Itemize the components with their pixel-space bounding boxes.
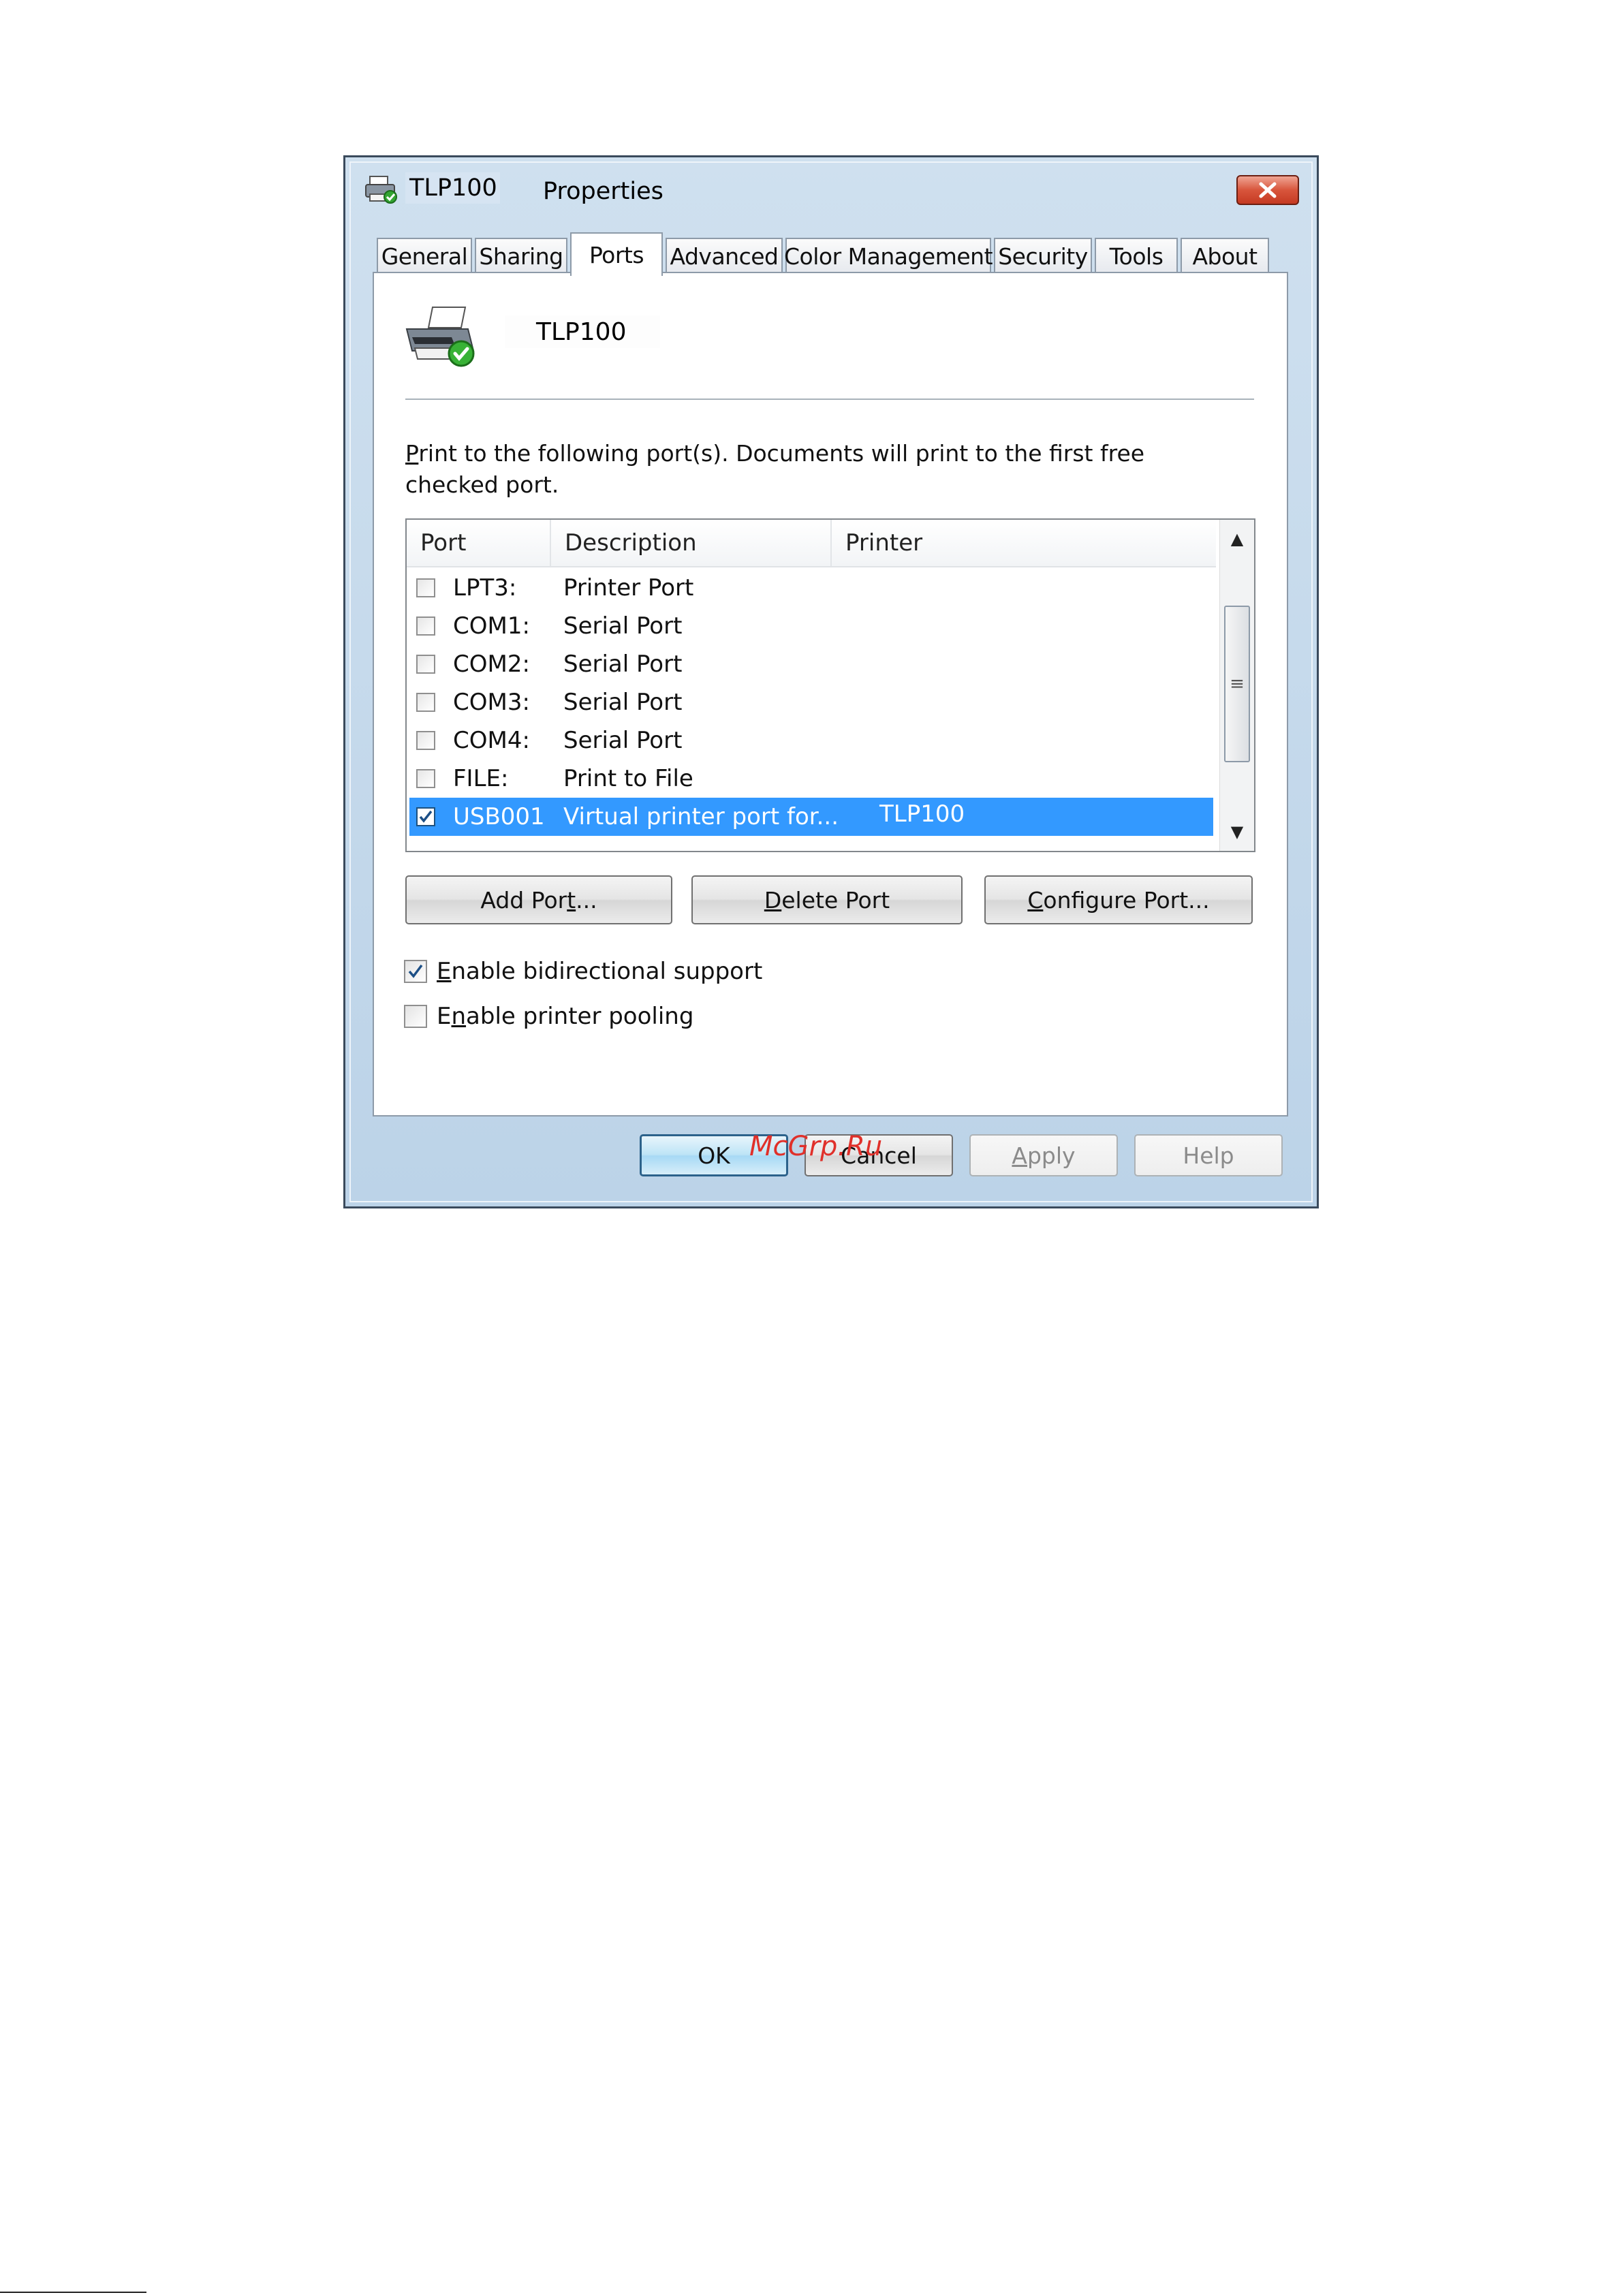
bidirectional-accesskey: E: [437, 958, 452, 985]
port-description: Serial Port: [563, 651, 683, 678]
port-description: Virtual printer port for...: [563, 803, 839, 830]
pooling-accesskey: n: [451, 1003, 467, 1030]
ports-tab-panel: TLP100 Print to the following port(s). D…: [373, 272, 1288, 1117]
scroll-up-arrow-icon[interactable]: ▲: [1220, 520, 1254, 558]
printer-large-icon: [405, 307, 475, 367]
tab-tools[interactable]: Tools: [1095, 238, 1178, 273]
tab-security[interactable]: Security: [994, 238, 1092, 273]
port-row-lpt3[interactable]: LPT3: Printer Port: [409, 569, 1213, 607]
column-header-printer[interactable]: Printer: [830, 520, 1216, 566]
port-checkbox[interactable]: [416, 616, 435, 636]
pooling-checkbox-box[interactable]: [404, 1005, 427, 1028]
bidirectional-checkbox-box[interactable]: [404, 960, 427, 983]
port-row-file[interactable]: FILE: Print to File: [409, 760, 1213, 798]
apply-accesskey: A: [1012, 1142, 1027, 1169]
port-description: Print to File: [563, 765, 693, 792]
port-checkbox-checked[interactable]: [416, 807, 435, 826]
column-header-description[interactable]: Description: [550, 520, 830, 566]
configure-port-accesskey: C: [1027, 886, 1044, 914]
apply-label: pply: [1027, 1142, 1076, 1169]
port-checkbox[interactable]: [416, 769, 435, 788]
port-row-usb001[interactable]: USB001 Virtual printer port for... TLP10…: [409, 798, 1213, 836]
configure-port-button[interactable]: Configure Port...: [984, 875, 1253, 924]
scroll-thumb[interactable]: ≡: [1224, 606, 1250, 762]
pooling-label-b: able printer pooling: [466, 1003, 694, 1030]
separator: [405, 399, 1254, 400]
port-name: COM2:: [453, 651, 530, 678]
port-name: USB001: [453, 803, 545, 830]
tab-advanced[interactable]: Advanced: [666, 238, 783, 273]
scroll-down-arrow-icon[interactable]: ▼: [1220, 813, 1254, 851]
title-bar[interactable]: TLP100 Properties: [345, 157, 1317, 212]
enable-printer-pooling-checkbox[interactable]: En able printer pooling: [404, 1001, 693, 1032]
add-port-label-b: ...: [576, 886, 597, 914]
port-row-com2[interactable]: COM2: Serial Port: [409, 645, 1213, 683]
tab-color-management[interactable]: Color Management: [784, 238, 993, 273]
port-printer: TLP100: [879, 800, 965, 828]
vertical-scrollbar[interactable]: ▲ ≡ ▼: [1219, 520, 1254, 851]
printer-icon: [365, 176, 397, 204]
configure-port-label: onfigure Port...: [1043, 886, 1210, 914]
port-name: FILE:: [453, 765, 509, 792]
port-checkbox[interactable]: [416, 655, 435, 674]
bidirectional-label: nable bidirectional support: [451, 958, 763, 985]
add-port-label-a: Add Por: [480, 886, 567, 914]
close-button[interactable]: [1236, 175, 1299, 205]
printer-name-text: TLP100: [536, 317, 627, 346]
printer-name-label: TLP100: [505, 315, 661, 348]
pooling-label-a: E: [437, 1003, 452, 1030]
printer-properties-dialog: TLP100 Properties General Sharing Ports …: [343, 155, 1319, 1208]
delete-port-button[interactable]: Delete Port: [691, 875, 963, 924]
tab-sharing[interactable]: Sharing: [475, 238, 567, 273]
title-suffix: Properties: [543, 178, 663, 205]
port-checkbox[interactable]: [416, 578, 435, 597]
add-port-accesskey: t: [567, 886, 576, 914]
tab-ports[interactable]: Ports: [570, 232, 663, 276]
port-description: Serial Port: [563, 689, 683, 716]
watermark: McGrp.Ru: [749, 1131, 883, 1162]
help-button: Help: [1134, 1134, 1283, 1176]
port-checkbox[interactable]: [416, 731, 435, 750]
port-name: COM3:: [453, 689, 530, 716]
port-row-com1[interactable]: COM1: Serial Port: [409, 607, 1213, 645]
port-name: LPT3:: [453, 574, 517, 602]
port-checkbox[interactable]: [416, 693, 435, 712]
enable-bidirectional-checkbox[interactable]: Enable bidirectional support: [404, 956, 762, 987]
port-name: COM1:: [453, 612, 530, 640]
checkmark-icon: [408, 964, 423, 978]
port-description: Serial Port: [563, 727, 683, 754]
listview-header: Port Description Printer: [407, 520, 1216, 567]
footer-rule: [0, 2292, 146, 2293]
tab-general[interactable]: General: [377, 238, 472, 273]
port-row-com4[interactable]: COM4: Serial Port: [409, 721, 1213, 760]
title-printer-name: TLP100: [405, 172, 500, 204]
apply-button: Apply: [969, 1134, 1118, 1176]
instructions-accesskey: P: [405, 440, 419, 467]
instructions-text: Print to the following port(s). Document…: [405, 438, 1155, 501]
port-row-com3[interactable]: COM3: Serial Port: [409, 683, 1213, 721]
delete-port-accesskey: D: [764, 886, 782, 914]
port-description: Serial Port: [563, 612, 683, 640]
port-name: COM4:: [453, 727, 530, 754]
port-description: Printer Port: [563, 574, 694, 602]
checkmark-icon: [419, 810, 433, 823]
ports-listview[interactable]: Port Description Printer LPT3: Printer P…: [405, 518, 1255, 852]
column-header-port[interactable]: Port: [407, 520, 550, 566]
title-printer-name-text: TLP100: [409, 174, 497, 202]
add-port-button[interactable]: Add Por t...: [405, 875, 672, 924]
close-icon: [1259, 182, 1277, 198]
tab-about[interactable]: About: [1181, 238, 1269, 273]
delete-port-label: elete Port: [781, 886, 890, 914]
instructions-rest: rint to the following port(s). Documents…: [405, 440, 1145, 498]
